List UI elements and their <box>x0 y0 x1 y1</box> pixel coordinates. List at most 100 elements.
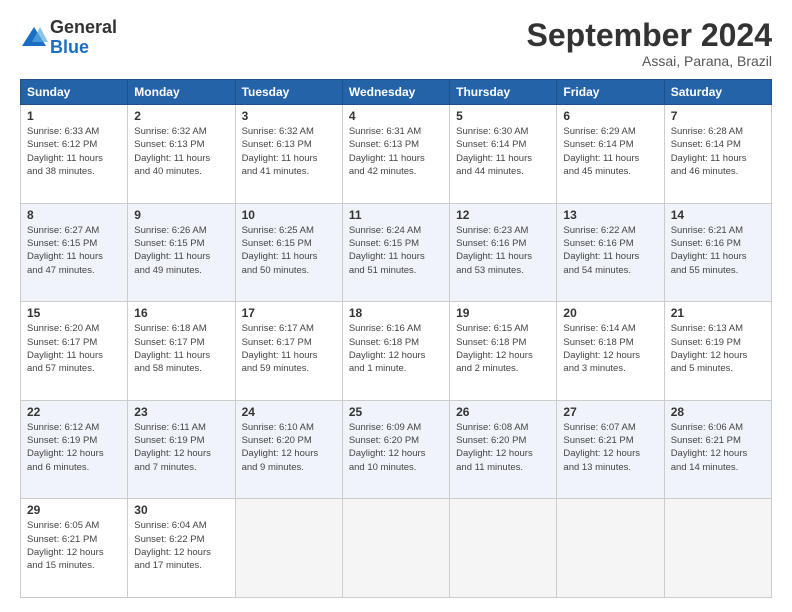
calendar-row: 22 Sunrise: 6:12 AMSunset: 6:19 PMDayligh… <box>21 400 772 499</box>
calendar-row: 15 Sunrise: 6:20 AMSunset: 6:17 PMDayligh… <box>21 302 772 401</box>
day-number: 17 <box>242 306 336 320</box>
day-info: Sunrise: 6:24 AMSunset: 6:15 PMDaylight:… <box>349 224 443 277</box>
header: General Blue September 2024 Assai, Paran… <box>20 18 772 69</box>
col-sunday: Sunday <box>21 80 128 105</box>
table-row <box>450 499 557 598</box>
day-info: Sunrise: 6:13 AMSunset: 6:19 PMDaylight:… <box>671 322 765 375</box>
day-info: Sunrise: 6:04 AMSunset: 6:22 PMDaylight:… <box>134 519 228 572</box>
day-info: Sunrise: 6:12 AMSunset: 6:19 PMDaylight:… <box>27 421 121 474</box>
day-number: 24 <box>242 405 336 419</box>
day-info: Sunrise: 6:27 AMSunset: 6:15 PMDaylight:… <box>27 224 121 277</box>
day-number: 8 <box>27 208 121 222</box>
table-row <box>342 499 449 598</box>
day-number: 6 <box>563 109 657 123</box>
day-number: 9 <box>134 208 228 222</box>
day-number: 2 <box>134 109 228 123</box>
day-number: 18 <box>349 306 443 320</box>
day-info: Sunrise: 6:22 AMSunset: 6:16 PMDaylight:… <box>563 224 657 277</box>
day-info: Sunrise: 6:29 AMSunset: 6:14 PMDaylight:… <box>563 125 657 178</box>
table-row: 28 Sunrise: 6:06 AMSunset: 6:21 PMDayligh… <box>664 400 771 499</box>
table-row <box>235 499 342 598</box>
day-info: Sunrise: 6:09 AMSunset: 6:20 PMDaylight:… <box>349 421 443 474</box>
day-number: 15 <box>27 306 121 320</box>
table-row: 20Sunrise: 6:14 AMSunset: 6:18 PMDayligh… <box>557 302 664 401</box>
table-row: 6 Sunrise: 6:29 AMSunset: 6:14 PMDaylight… <box>557 105 664 204</box>
calendar-header-row: Sunday Monday Tuesday Wednesday Thursday… <box>21 80 772 105</box>
day-info: Sunrise: 6:16 AMSunset: 6:18 PMDaylight:… <box>349 322 443 375</box>
day-number: 23 <box>134 405 228 419</box>
table-row: 2 Sunrise: 6:32 AMSunset: 6:13 PMDaylight… <box>128 105 235 204</box>
day-info: Sunrise: 6:10 AMSunset: 6:20 PMDaylight:… <box>242 421 336 474</box>
day-info: Sunrise: 6:32 AMSunset: 6:13 PMDaylight:… <box>134 125 228 178</box>
day-info: Sunrise: 6:30 AMSunset: 6:14 PMDaylight:… <box>456 125 550 178</box>
logo-blue-text: Blue <box>50 38 117 58</box>
day-info: Sunrise: 6:32 AMSunset: 6:13 PMDaylight:… <box>242 125 336 178</box>
calendar-row: 1 Sunrise: 6:33 AMSunset: 6:12 PMDaylight… <box>21 105 772 204</box>
page: General Blue September 2024 Assai, Paran… <box>0 0 792 612</box>
day-number: 3 <box>242 109 336 123</box>
day-number: 19 <box>456 306 550 320</box>
day-number: 10 <box>242 208 336 222</box>
logo-general-text: General <box>50 18 117 38</box>
day-number: 21 <box>671 306 765 320</box>
day-number: 16 <box>134 306 228 320</box>
col-wednesday: Wednesday <box>342 80 449 105</box>
day-info: Sunrise: 6:26 AMSunset: 6:15 PMDaylight:… <box>134 224 228 277</box>
col-saturday: Saturday <box>664 80 771 105</box>
table-row <box>557 499 664 598</box>
logo-text: General Blue <box>50 18 117 58</box>
calendar-row: 29 Sunrise: 6:05 AMSunset: 6:21 PMDayligh… <box>21 499 772 598</box>
table-row: 26 Sunrise: 6:08 AMSunset: 6:20 PMDayligh… <box>450 400 557 499</box>
day-number: 27 <box>563 405 657 419</box>
day-info: Sunrise: 6:20 AMSunset: 6:17 PMDaylight:… <box>27 322 121 375</box>
day-info: Sunrise: 6:18 AMSunset: 6:17 PMDaylight:… <box>134 322 228 375</box>
table-row: 8 Sunrise: 6:27 AMSunset: 6:15 PMDaylight… <box>21 203 128 302</box>
table-row: 4 Sunrise: 6:31 AMSunset: 6:13 PMDaylight… <box>342 105 449 204</box>
day-number: 7 <box>671 109 765 123</box>
day-number: 13 <box>563 208 657 222</box>
day-number: 22 <box>27 405 121 419</box>
day-info: Sunrise: 6:08 AMSunset: 6:20 PMDaylight:… <box>456 421 550 474</box>
table-row: 15 Sunrise: 6:20 AMSunset: 6:17 PMDayligh… <box>21 302 128 401</box>
day-info: Sunrise: 6:33 AMSunset: 6:12 PMDaylight:… <box>27 125 121 178</box>
day-number: 1 <box>27 109 121 123</box>
table-row: 23Sunrise: 6:11 AMSunset: 6:19 PMDayligh… <box>128 400 235 499</box>
day-number: 11 <box>349 208 443 222</box>
day-number: 30 <box>134 503 228 517</box>
table-row: 9 Sunrise: 6:26 AMSunset: 6:15 PMDaylight… <box>128 203 235 302</box>
table-row: 25 Sunrise: 6:09 AMSunset: 6:20 PMDayligh… <box>342 400 449 499</box>
table-row: 14 Sunrise: 6:21 AMSunset: 6:16 PMDayligh… <box>664 203 771 302</box>
logo: General Blue <box>20 18 117 58</box>
day-info: Sunrise: 6:21 AMSunset: 6:16 PMDaylight:… <box>671 224 765 277</box>
table-row: 16 Sunrise: 6:18 AMSunset: 6:17 PMDayligh… <box>128 302 235 401</box>
logo-icon <box>20 24 48 52</box>
day-info: Sunrise: 6:17 AMSunset: 6:17 PMDaylight:… <box>242 322 336 375</box>
table-row: 19 Sunrise: 6:15 AMSunset: 6:18 PMDayligh… <box>450 302 557 401</box>
table-row: 12 Sunrise: 6:23 AMSunset: 6:16 PMDayligh… <box>450 203 557 302</box>
table-row: 3 Sunrise: 6:32 AMSunset: 6:13 PMDaylight… <box>235 105 342 204</box>
day-number: 28 <box>671 405 765 419</box>
day-number: 12 <box>456 208 550 222</box>
location: Assai, Parana, Brazil <box>527 53 772 69</box>
col-tuesday: Tuesday <box>235 80 342 105</box>
table-row: 29 Sunrise: 6:05 AMSunset: 6:21 PMDayligh… <box>21 499 128 598</box>
day-number: 26 <box>456 405 550 419</box>
day-info: Sunrise: 6:23 AMSunset: 6:16 PMDaylight:… <box>456 224 550 277</box>
table-row <box>664 499 771 598</box>
calendar-row: 8 Sunrise: 6:27 AMSunset: 6:15 PMDaylight… <box>21 203 772 302</box>
table-row: 24 Sunrise: 6:10 AMSunset: 6:20 PMDayligh… <box>235 400 342 499</box>
day-number: 14 <box>671 208 765 222</box>
table-row: 30 Sunrise: 6:04 AMSunset: 6:22 PMDayligh… <box>128 499 235 598</box>
day-info: Sunrise: 6:14 AMSunset: 6:18 PMDaylight:… <box>563 322 657 375</box>
day-info: Sunrise: 6:06 AMSunset: 6:21 PMDaylight:… <box>671 421 765 474</box>
table-row: 1 Sunrise: 6:33 AMSunset: 6:12 PMDaylight… <box>21 105 128 204</box>
table-row: 10Sunrise: 6:25 AMSunset: 6:15 PMDayligh… <box>235 203 342 302</box>
day-info: Sunrise: 6:15 AMSunset: 6:18 PMDaylight:… <box>456 322 550 375</box>
table-row: 17 Sunrise: 6:17 AMSunset: 6:17 PMDayligh… <box>235 302 342 401</box>
day-info: Sunrise: 6:05 AMSunset: 6:21 PMDaylight:… <box>27 519 121 572</box>
day-number: 4 <box>349 109 443 123</box>
day-number: 29 <box>27 503 121 517</box>
day-info: Sunrise: 6:07 AMSunset: 6:21 PMDaylight:… <box>563 421 657 474</box>
day-number: 25 <box>349 405 443 419</box>
day-info: Sunrise: 6:31 AMSunset: 6:13 PMDaylight:… <box>349 125 443 178</box>
